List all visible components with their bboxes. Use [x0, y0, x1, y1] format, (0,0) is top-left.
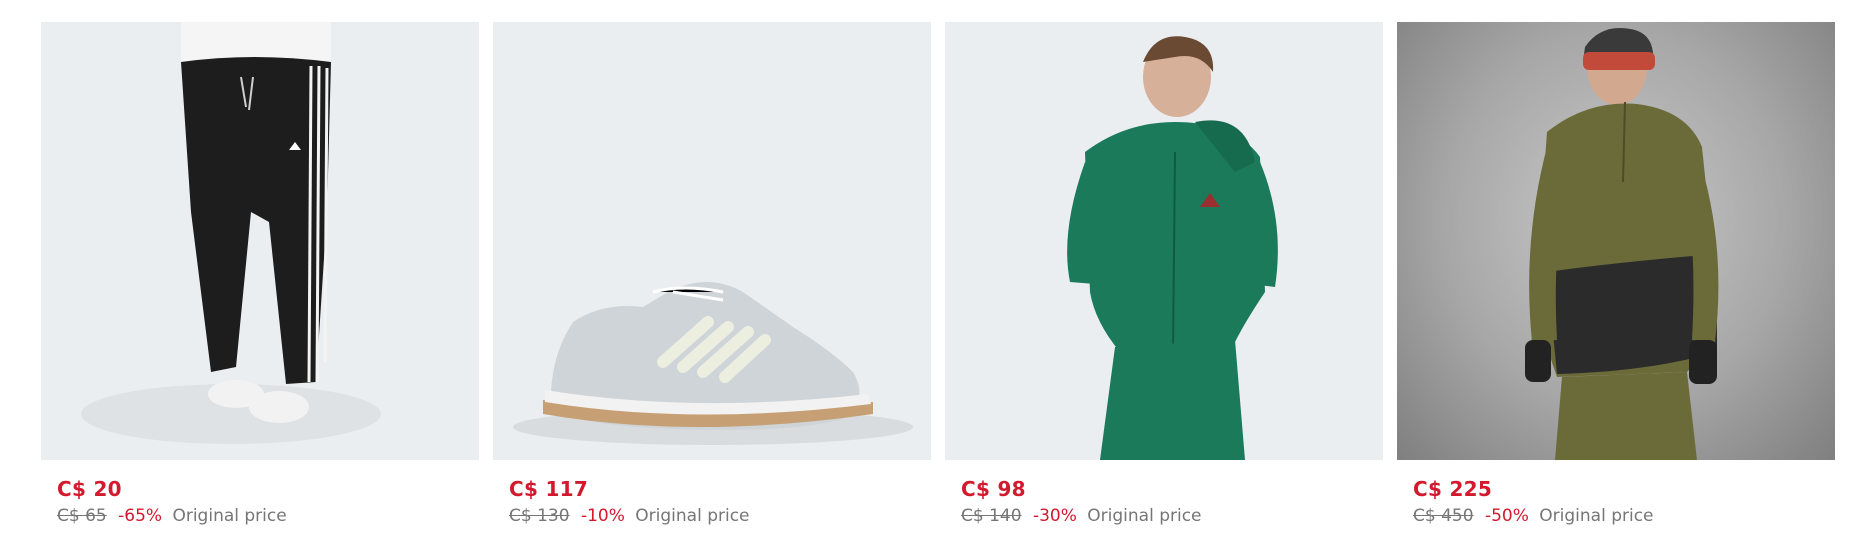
sale-price: C$ 225: [1413, 477, 1493, 501]
discount-badge: -65%: [118, 506, 163, 526]
product-grid: C$ 20 C$ 65 -65% Original price C$ 117 C…: [41, 22, 1835, 528]
original-price: C$ 130: [509, 506, 570, 526]
product-image[interactable]: [41, 22, 479, 460]
original-price: C$ 65: [57, 506, 107, 526]
price-details: C$ 65 -65% Original price: [57, 504, 479, 528]
original-price-label: Original price: [172, 506, 287, 526]
original-price-label: Original price: [635, 506, 750, 526]
sneaker-icon: [513, 282, 913, 445]
product-image[interactable]: [1397, 22, 1835, 460]
product-card[interactable]: C$ 98 C$ 140 -30% Original price: [945, 22, 1383, 528]
discount-badge: -50%: [1484, 506, 1529, 526]
original-price-label: Original price: [1539, 506, 1654, 526]
product-info: C$ 20 C$ 65 -65% Original price: [41, 460, 479, 528]
sale-price: C$ 20: [57, 477, 122, 501]
track-pants-icon: [81, 22, 381, 444]
snow-jacket-model-icon: [1525, 28, 1719, 460]
product-image[interactable]: [493, 22, 931, 460]
price-details: C$ 450 -50% Original price: [1413, 504, 1835, 528]
product-image[interactable]: [945, 22, 1383, 460]
product-card[interactable]: C$ 117 C$ 130 -10% Original price: [493, 22, 931, 528]
price-details: C$ 130 -10% Original price: [509, 504, 931, 528]
sale-price: C$ 117: [509, 477, 589, 501]
product-info: C$ 117 C$ 130 -10% Original price: [493, 460, 931, 528]
price-details: C$ 140 -30% Original price: [961, 504, 1383, 528]
original-price: C$ 450: [1413, 506, 1474, 526]
product-info: C$ 98 C$ 140 -30% Original price: [945, 460, 1383, 528]
discount-badge: -10%: [580, 506, 625, 526]
product-info: C$ 225 C$ 450 -50% Original price: [1397, 460, 1835, 528]
discount-badge: -30%: [1032, 506, 1077, 526]
product-card[interactable]: C$ 20 C$ 65 -65% Original price: [41, 22, 479, 528]
sale-price: C$ 98: [961, 477, 1026, 501]
original-price: C$ 140: [961, 506, 1022, 526]
product-card[interactable]: C$ 225 C$ 450 -50% Original price: [1397, 22, 1835, 528]
original-price-label: Original price: [1087, 506, 1202, 526]
hoodie-model-icon: [1067, 36, 1278, 460]
